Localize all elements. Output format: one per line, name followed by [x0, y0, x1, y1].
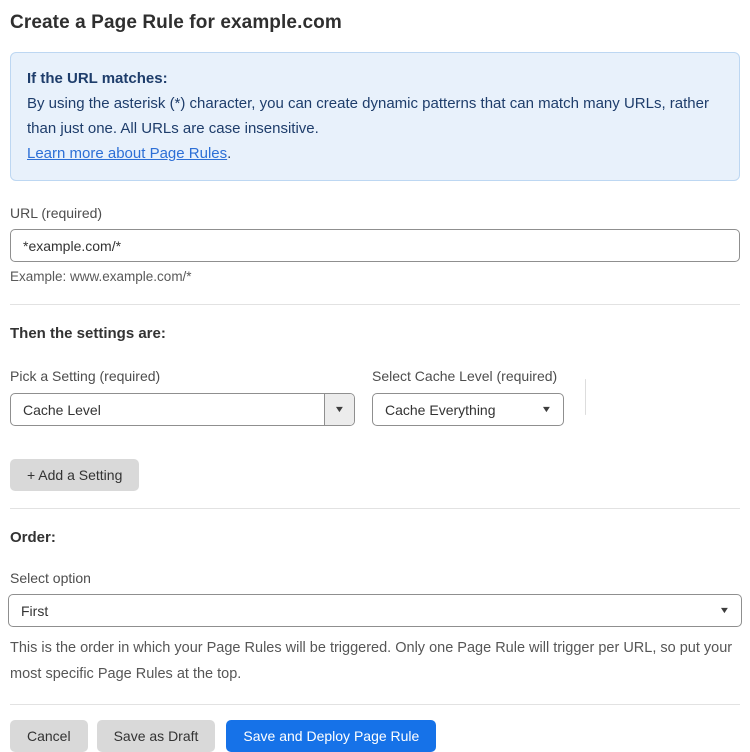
divider-after-settings — [10, 508, 740, 510]
order-select-value: First — [21, 602, 49, 619]
settings-section-heading: Then the settings are: — [10, 325, 166, 343]
cache-level-column: Select Cache Level (required) Cache Ever… — [372, 368, 564, 427]
chevron-down-icon: ▼ — [718, 605, 731, 616]
chevron-down-icon: ▼ — [333, 404, 346, 415]
order-section: Order: Select option First ▼ This is the… — [8, 529, 742, 687]
save-deploy-button[interactable]: Save and Deploy Page Rule — [226, 719, 437, 752]
cancel-button[interactable]: Cancel — [10, 719, 88, 752]
create-page-rule-form: Create a Page Rule for example.com If th… — [0, 0, 750, 752]
cache-level-dropdown[interactable]: Cache Everything ▼ — [372, 393, 564, 427]
divider-before-actions — [10, 703, 740, 705]
cache-level-value: Cache Everything — [385, 401, 496, 418]
order-select-label: Select option — [10, 570, 91, 587]
footer-actions: Cancel Save as Draft Save and Deploy Pag… — [10, 719, 740, 752]
link-suffix: . — [227, 145, 232, 163]
url-example-text: Example: www.example.com/* — [10, 269, 192, 285]
page-title: Create a Page Rule for example.com — [10, 12, 342, 33]
chevron-down-icon: ▼ — [540, 404, 553, 415]
url-input[interactable] — [10, 229, 740, 263]
info-box-heading: If the URL matches: — [27, 70, 168, 87]
order-help-text: This is the order in which your Page Rul… — [10, 640, 733, 682]
pick-setting-value: Cache Level — [23, 401, 101, 418]
url-field-label: URL (required) — [10, 205, 103, 222]
order-heading: Order: — [10, 529, 56, 547]
pick-setting-arrow-button[interactable]: ▼ — [324, 394, 354, 426]
divider-after-url — [10, 304, 740, 306]
info-box-body: By using the asterisk (*) character, you… — [27, 95, 709, 138]
settings-row: Pick a Setting (required) Cache Level ▼ … — [10, 368, 740, 427]
pick-setting-label: Pick a Setting (required) — [10, 368, 161, 385]
cache-level-label: Select Cache Level (required) — [372, 368, 558, 385]
add-setting-button[interactable]: + Add a Setting — [10, 459, 140, 492]
pick-setting-column: Pick a Setting (required) Cache Level ▼ — [10, 368, 355, 427]
save-draft-button[interactable]: Save as Draft — [96, 719, 216, 752]
setting-divider — [585, 379, 586, 416]
learn-more-link[interactable]: Learn more about Page Rules — [27, 145, 227, 162]
order-select[interactable]: First ▼ — [8, 594, 742, 628]
info-box-link-line: Learn more about Page Rules. — [27, 141, 723, 166]
url-match-info-box: If the URL matches: By using the asteris… — [10, 52, 740, 182]
pick-setting-dropdown[interactable]: Cache Level ▼ — [10, 393, 355, 427]
